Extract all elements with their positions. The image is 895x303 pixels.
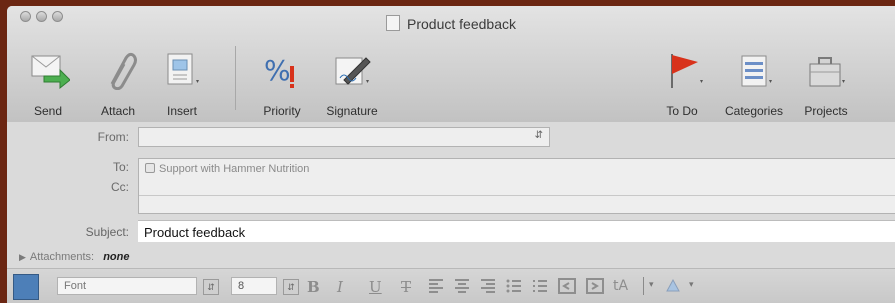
- bulleted-list-icon[interactable]: [505, 277, 523, 295]
- briefcase-icon: [809, 57, 845, 87]
- subject-label: Subject:: [85, 225, 129, 239]
- format-toolbar: Font ⇵ 8 ⇵ B I U T tA ▾ ▾: [7, 268, 895, 303]
- from-select[interactable]: ⇵: [138, 127, 550, 147]
- updown-arrows-icon: ⇵: [534, 130, 543, 141]
- highlight-icon[interactable]: [663, 277, 683, 295]
- cc-label: Cc:: [111, 180, 129, 194]
- insert-button[interactable]: Insert: [147, 50, 217, 122]
- window-title: Product feedback: [7, 15, 895, 32]
- bold-button[interactable]: B: [307, 278, 320, 296]
- categories-icon: [741, 55, 772, 87]
- subject-input[interactable]: Product feedback: [138, 220, 895, 242]
- signature-button[interactable]: Signature: [317, 50, 387, 122]
- format-separator: [643, 277, 644, 295]
- toolbar-separator: [235, 46, 236, 110]
- signature-icon: [335, 57, 371, 85]
- toolbar: Product feedback Send Attach Insert % Pr…: [7, 6, 895, 123]
- underline-button[interactable]: U: [369, 278, 382, 296]
- text-direction-icon[interactable]: tA: [613, 278, 628, 294]
- highlight-dropdown-icon[interactable]: ▾: [689, 279, 694, 290]
- priority-icon: %: [264, 54, 294, 88]
- strikethrough-button[interactable]: T: [401, 278, 411, 296]
- send-button[interactable]: Send: [13, 50, 83, 122]
- send-icon: [31, 55, 71, 90]
- format-palette-icon[interactable]: [13, 274, 39, 300]
- to-label: To:: [112, 160, 129, 174]
- decrease-indent-icon[interactable]: [557, 277, 577, 295]
- italic-button[interactable]: I: [337, 278, 343, 296]
- font-select[interactable]: Font: [57, 277, 197, 295]
- align-center-icon[interactable]: [453, 277, 471, 295]
- attach-button[interactable]: Attach: [83, 50, 153, 122]
- contact-card-icon: [145, 163, 155, 173]
- flag-icon: [671, 54, 703, 88]
- document-icon: [386, 15, 401, 31]
- numbered-list-icon[interactable]: [531, 277, 549, 295]
- compose-window: Product feedback Send Attach Insert % Pr…: [7, 6, 895, 303]
- dropdown-arrow-icon[interactable]: ▾: [649, 279, 654, 290]
- recipients-area[interactable]: Support with Hammer Nutrition: [138, 158, 895, 214]
- recipient-divider: [139, 195, 895, 196]
- paperclip-icon: [110, 52, 137, 91]
- categories-button[interactable]: Categories: [719, 50, 789, 122]
- priority-button[interactable]: % Priority: [247, 50, 317, 122]
- increase-indent-icon[interactable]: [585, 277, 605, 295]
- insert-icon: [167, 53, 199, 85]
- to-recipient-token[interactable]: Support with Hammer Nutrition: [145, 162, 309, 176]
- from-label: From:: [97, 130, 129, 144]
- size-select[interactable]: 8: [231, 277, 277, 295]
- align-right-icon[interactable]: [479, 277, 497, 295]
- disclosure-triangle-icon[interactable]: ▶: [19, 252, 26, 262]
- svg-text:%: %: [264, 54, 291, 87]
- align-left-icon[interactable]: [427, 277, 445, 295]
- font-stepper[interactable]: ⇵: [203, 279, 219, 295]
- todo-button[interactable]: To Do: [647, 50, 717, 122]
- size-stepper[interactable]: ⇵: [283, 279, 299, 295]
- message-header: From: ⇵ To: Support with Hammer Nutritio…: [7, 122, 895, 268]
- attachments-row: ▶ Attachments: none: [19, 251, 130, 263]
- projects-button[interactable]: Projects: [791, 50, 861, 122]
